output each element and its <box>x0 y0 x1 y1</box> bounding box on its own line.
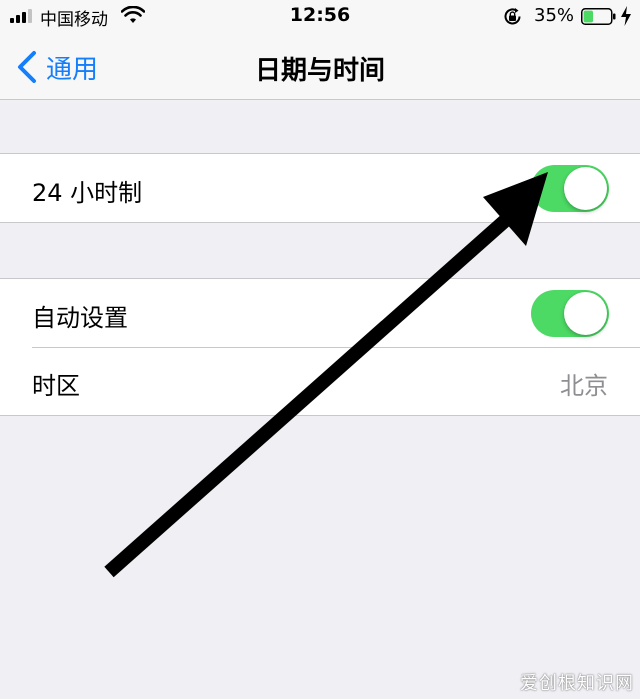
charging-icon <box>621 6 631 26</box>
navigation-bar: 通用 日期与时间 <box>0 34 640 100</box>
page-title: 日期与时间 <box>254 56 385 86</box>
setting-row-time-zone[interactable]: 时区 北京 <box>0 347 640 415</box>
time-zone-value: 北京 <box>560 372 608 400</box>
watermark-text: 爱创根知识网 <box>520 673 634 694</box>
toggle-auto-set[interactable] <box>531 290 609 337</box>
toggle-knob <box>564 167 607 210</box>
setting-label-time-zone: 时区 <box>32 372 80 400</box>
setting-row-auto-set: 自动设置 <box>0 279 640 347</box>
settings-group-auto: 自动设置 时区 北京 <box>0 278 640 416</box>
setting-label-24-hour: 24 小时制 <box>32 179 143 207</box>
toggle-knob <box>564 292 607 335</box>
setting-row-24-hour: 24 小时制 <box>0 154 640 222</box>
rotation-lock-icon <box>504 8 521 25</box>
setting-label-auto-set: 自动设置 <box>32 304 128 332</box>
toggle-24-hour[interactable] <box>531 165 609 212</box>
battery-icon <box>581 8 616 25</box>
status-bar: 中国移动 12:56 35% <box>0 0 640 34</box>
battery-percentage: 35% <box>534 5 575 26</box>
settings-group-hour-format: 24 小时制 <box>0 153 640 223</box>
